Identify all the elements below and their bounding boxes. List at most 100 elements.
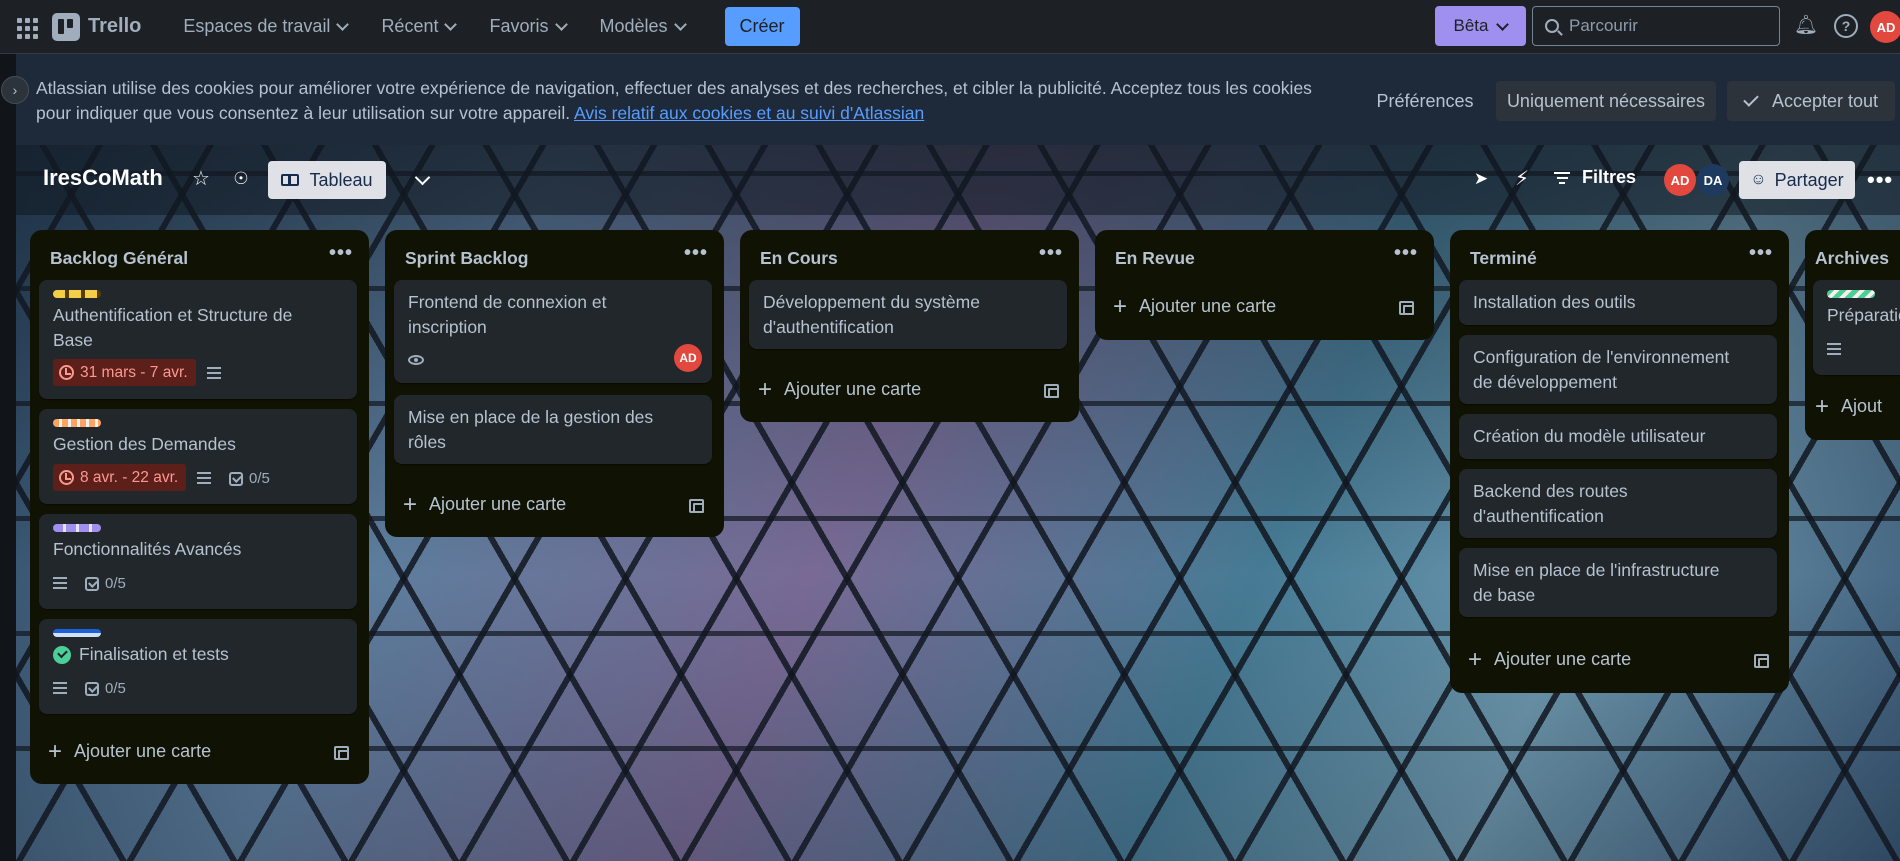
help-icon[interactable]: ?	[1834, 14, 1858, 38]
notifications-icon[interactable]: 🔔︎	[1794, 14, 1818, 38]
card-template-icon[interactable]	[334, 746, 349, 760]
checklist-count: 0/5	[105, 575, 126, 592]
list-title[interactable]: Terminé	[1470, 248, 1537, 269]
card[interactable]: Installation des outils	[1459, 280, 1777, 325]
plus-icon: +	[403, 490, 418, 518]
member-avatar[interactable]: AD	[1664, 164, 1696, 196]
nav-recent-button[interactable]: Récent	[369, 8, 467, 45]
list-title[interactable]: Backlog Général	[50, 248, 188, 269]
due-date-badge[interactable]: 8 avr. - 22 avr.	[53, 464, 187, 491]
add-card-button[interactable]: + Ajouter une carte	[758, 377, 921, 401]
add-card-label: Ajouter une carte	[429, 494, 567, 514]
cookie-accept-all-button[interactable]: Accepter tout	[1727, 81, 1895, 121]
trello-logo-icon	[52, 12, 80, 41]
card[interactable]: Configuration de l'environnement de dével…	[1459, 335, 1777, 404]
member-avatar[interactable]: DA	[1697, 164, 1729, 196]
workspace-visibility-icon[interactable]: ☉	[229, 167, 253, 191]
list-menu-icon[interactable]: •••	[1394, 242, 1418, 265]
add-card-button[interactable]: + Ajouter une carte	[1113, 294, 1277, 318]
card-title: Configuration de l'environnement de dével…	[1473, 347, 1730, 392]
plus-icon: +	[48, 737, 63, 765]
list: En Revue ••• + Ajouter une carte	[1095, 230, 1434, 340]
watch-icon	[408, 355, 424, 365]
due-date-text: 8 avr. - 22 avr.	[80, 468, 179, 486]
card[interactable]: Mise en place de la gestion des rôles	[394, 395, 712, 464]
card[interactable]: Authentification et Structure de Base 31 …	[39, 280, 357, 399]
card[interactable]: Création du modèle utilisateur	[1459, 414, 1777, 459]
cookie-preferences-button[interactable]: Préférences	[1364, 81, 1486, 121]
card-title: Frontend de connexion et inscription	[408, 292, 607, 337]
checklist-badge: 0/5	[85, 575, 126, 592]
share-button[interactable]: ☺ Partager	[1739, 161, 1855, 199]
add-card-button[interactable]: + Ajouter une carte	[48, 737, 211, 765]
lightning-icon[interactable]: ⚡︎	[1510, 167, 1534, 191]
rocket-icon[interactable]: ➤	[1469, 167, 1493, 191]
cookie-necessary-button[interactable]: Uniquement nécessaires	[1496, 81, 1716, 121]
app-switcher-icon[interactable]	[14, 15, 38, 39]
card-label-yellow[interactable]	[53, 290, 101, 298]
sidebar-strip	[0, 145, 16, 861]
chevron-down-icon[interactable]	[414, 169, 431, 186]
filter-icon	[1554, 171, 1570, 184]
nav-workspaces-button[interactable]: Espaces de travail	[171, 8, 359, 45]
card-label-purple[interactable]	[53, 524, 101, 532]
add-card-button[interactable]: + Ajouter une carte	[403, 490, 567, 518]
due-date-badge[interactable]: 31 mars - 7 avr.	[53, 359, 196, 386]
check-icon	[1743, 91, 1759, 107]
board-title[interactable]: IresCoMath	[43, 165, 163, 191]
add-member-icon: ☺	[1750, 171, 1767, 188]
card[interactable]: Gestion des Demandes 8 avr. - 22 avr. 0/…	[39, 409, 357, 504]
cookie-policy-link[interactable]: Avis relatif aux cookies et au suivi d'A…	[574, 103, 924, 123]
card-label-blue[interactable]	[53, 629, 101, 637]
checklist-badge: 0/5	[85, 680, 126, 697]
list-title[interactable]: En Revue	[1115, 248, 1195, 269]
nav-templates-label: Modèles	[599, 16, 668, 36]
card[interactable]: Développement du système d'authentificati…	[749, 280, 1067, 349]
list-title[interactable]: En Cours	[760, 248, 838, 269]
card-template-icon[interactable]	[689, 499, 704, 513]
card[interactable]: Mise en place de l'infrastructure de base	[1459, 548, 1777, 617]
card[interactable]: Frontend de connexion et inscription AD	[394, 280, 712, 383]
more-options-icon[interactable]: •••	[1867, 167, 1893, 193]
view-switcher-button[interactable]: Tableau	[268, 161, 386, 199]
add-card-button[interactable]: + Ajout	[1815, 394, 1882, 418]
search-input[interactable]: Parcourir	[1532, 6, 1780, 46]
complete-check-icon[interactable]	[53, 646, 71, 664]
list-menu-icon[interactable]: •••	[684, 242, 708, 265]
beta-button[interactable]: Bêta	[1435, 6, 1526, 46]
list-title[interactable]: Archives	[1815, 248, 1889, 269]
nav-starred-button[interactable]: Favoris	[477, 8, 577, 45]
nav-menu: Espaces de travail Récent Favoris Modèle…	[171, 7, 800, 46]
card-title: Mise en place de la gestion des rôles	[408, 407, 654, 452]
card[interactable]: Préparation	[1813, 280, 1900, 375]
chevron-down-icon	[444, 18, 458, 31]
card-member-avatar[interactable]: AD	[674, 344, 702, 372]
card-template-icon[interactable]	[1399, 301, 1414, 315]
nav-templates-button[interactable]: Modèles	[588, 8, 697, 45]
star-icon[interactable]: ☆	[189, 167, 213, 191]
card-template-icon[interactable]	[1754, 654, 1769, 668]
user-avatar[interactable]: AD	[1870, 11, 1900, 43]
create-button[interactable]: Créer	[724, 7, 800, 46]
app-name: Trello	[88, 15, 142, 37]
search-placeholder: Parcourir	[1569, 16, 1638, 35]
card[interactable]: Fonctionnalités Avancés 0/5	[39, 514, 357, 609]
add-card-button[interactable]: + Ajouter une carte	[1468, 647, 1631, 671]
card-template-icon[interactable]	[1044, 384, 1059, 398]
list-title[interactable]: Sprint Backlog	[405, 248, 529, 269]
nav-recent-label: Récent	[381, 16, 439, 36]
card[interactable]: Backend des routes d'authentification	[1459, 469, 1777, 538]
card-label-orange[interactable]	[53, 419, 101, 427]
chevron-down-icon	[1496, 17, 1510, 31]
card-label-green[interactable]	[1827, 290, 1875, 298]
list: Archives Préparation + Ajout	[1805, 230, 1900, 440]
trello-logo[interactable]: Trello	[52, 12, 142, 41]
list-menu-icon[interactable]: •••	[1749, 242, 1773, 265]
sidebar-expand-button[interactable]: ›	[1, 76, 29, 104]
card-title: Préparation	[1827, 305, 1900, 325]
add-card-label: Ajouter une carte	[1139, 296, 1277, 316]
list-menu-icon[interactable]: •••	[1039, 242, 1063, 265]
card[interactable]: Finalisation et tests 0/5	[39, 619, 357, 714]
list-menu-icon[interactable]: •••	[329, 242, 353, 265]
filters-button[interactable]: Filtres	[1554, 167, 1636, 188]
